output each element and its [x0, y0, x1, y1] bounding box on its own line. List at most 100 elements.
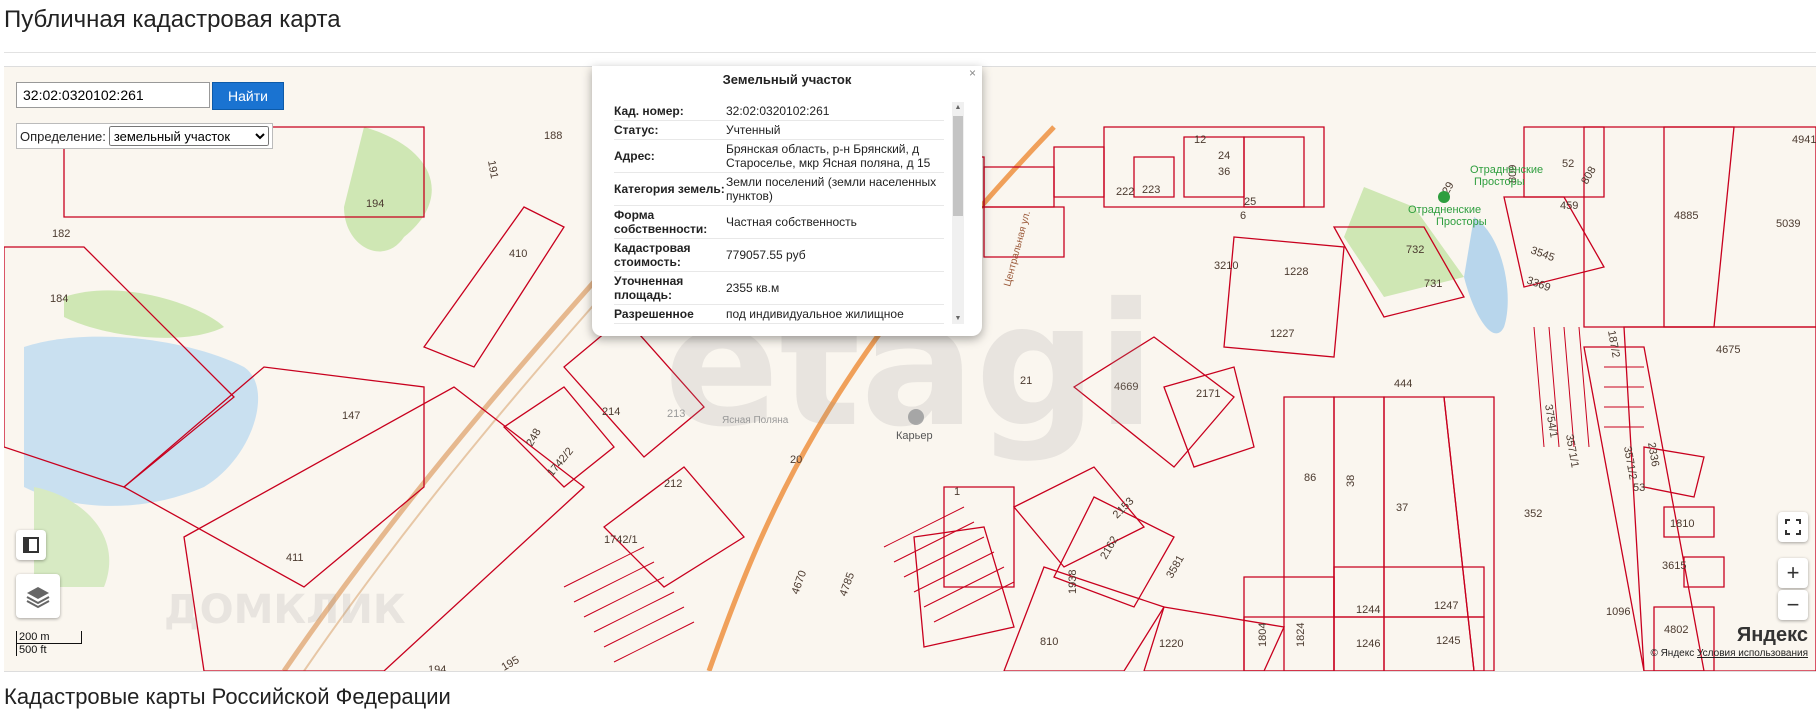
svg-text:3571/1: 3571/1 [1563, 433, 1581, 468]
row-value: Земли поселений (земли населенных пункто… [726, 172, 944, 206]
row-value: 32:02:0320102:261 [726, 102, 944, 121]
close-icon[interactable]: × [969, 66, 976, 80]
copyright-text: © Яндекс [1650, 648, 1695, 659]
svg-text:444: 444 [1394, 378, 1412, 390]
svg-text:182: 182 [52, 228, 70, 240]
zoom-in-button[interactable]: + [1778, 558, 1808, 588]
parcel-info-popup: Земельный участок × Кад. номер: 32:02:032… [592, 66, 982, 336]
svg-text:194: 194 [366, 198, 384, 210]
svg-text:1247: 1247 [1434, 600, 1458, 612]
definition-label: Определение: [20, 128, 106, 144]
table-row: Статус: Учтенный [614, 120, 944, 140]
svg-text:37: 37 [1396, 502, 1408, 514]
scroll-up-icon[interactable]: ▲ [952, 104, 964, 111]
svg-text:2153: 2153 [1111, 495, 1137, 521]
row-key: Разрешенное [614, 304, 726, 324]
fullscreen-button[interactable] [1778, 512, 1808, 542]
popup-body[interactable]: Кад. номер: 32:02:0320102:261 Статус: Учте… [614, 102, 964, 324]
scroll-down-icon[interactable]: ▼ [952, 315, 964, 322]
svg-text:3571/2: 3571/2 [1621, 445, 1639, 480]
green-area-2 [64, 290, 224, 338]
ruler-button[interactable] [16, 530, 46, 560]
zoom-out-button[interactable]: − [1778, 590, 1808, 620]
svg-text:4785: 4785 [838, 571, 858, 598]
row-key: Адрес: [614, 139, 726, 173]
divider [4, 52, 1816, 53]
domclick-watermark: ДОМКЛИК [164, 587, 406, 633]
svg-text:4675: 4675 [1716, 344, 1740, 356]
table-row: Уточненная площадь: 2355 кв.м [614, 271, 944, 305]
search-bar: Найти [16, 82, 284, 110]
svg-text:36: 36 [1218, 166, 1230, 178]
svg-text:53: 53 [1633, 482, 1645, 494]
svg-text:Просторы: Просторы [1436, 216, 1487, 228]
svg-text:1804: 1804 [1257, 623, 1269, 647]
svg-text:1742/2: 1742/2 [545, 445, 576, 478]
layers-button[interactable] [16, 574, 60, 618]
svg-text:1: 1 [954, 486, 960, 498]
svg-text:52: 52 [1562, 158, 1574, 170]
svg-text:4670: 4670 [790, 569, 810, 596]
lake-area [24, 336, 259, 506]
svg-text:12: 12 [1194, 134, 1206, 146]
svg-text:223: 223 [1142, 184, 1160, 196]
row-value: Брянская область, р-н Брянский, д Старос… [726, 139, 944, 173]
svg-text:1096: 1096 [1606, 606, 1630, 618]
scale-meters: 200 m [16, 631, 82, 644]
svg-text:1227: 1227 [1270, 328, 1294, 340]
map-scale: 200 m 500 ft [16, 631, 82, 656]
table-row: Адрес: Брянская область, р-н Брянский, д … [614, 139, 944, 173]
table-row: Кадастровая стоимость: 779057.55 руб [614, 238, 944, 272]
scroll-thumb[interactable] [953, 116, 963, 216]
svg-text:25: 25 [1244, 196, 1256, 208]
svg-text:248: 248 [524, 427, 544, 449]
svg-text:3615: 3615 [1662, 560, 1686, 572]
popup-scrollbar[interactable]: ▲ ▼ [952, 102, 964, 324]
svg-text:1824: 1824 [1295, 623, 1307, 647]
svg-text:1245: 1245 [1436, 635, 1460, 647]
svg-text:810: 810 [1040, 636, 1058, 648]
svg-text:212: 212 [664, 478, 682, 490]
terms-link[interactable]: Условия использования [1697, 648, 1808, 659]
find-button[interactable]: Найти [212, 82, 284, 110]
svg-text:1228: 1228 [1284, 266, 1308, 278]
layers-icon [26, 587, 50, 609]
row-value: Учтенный [726, 120, 944, 140]
row-key: Кадастровая стоимость: [614, 238, 726, 272]
cadastral-number-input[interactable] [16, 82, 210, 108]
yandex-logo: Яндекс [1736, 624, 1808, 646]
svg-text:2162: 2162 [1098, 534, 1121, 561]
row-value: под индивидуальное жилищное [726, 304, 944, 324]
svg-text:222: 222 [1116, 186, 1134, 198]
ruler-icon [23, 537, 39, 553]
svg-text:3581: 3581 [1164, 553, 1187, 580]
row-value: Частная собственность [726, 205, 944, 239]
svg-text:86: 86 [1304, 472, 1316, 484]
definition-control: Определение: земельный участок [16, 123, 273, 149]
svg-text:24: 24 [1218, 150, 1230, 162]
svg-text:410: 410 [509, 248, 527, 260]
svg-text:352: 352 [1524, 508, 1542, 520]
popup-title: Земельный участок [722, 72, 852, 87]
svg-text:2171: 2171 [1196, 388, 1220, 400]
svg-text:1938: 1938 [1067, 570, 1079, 594]
svg-text:808: 808 [1579, 165, 1599, 187]
svg-text:6: 6 [1240, 210, 1246, 222]
svg-text:4802: 4802 [1664, 624, 1688, 636]
table-row: Разрешенное под индивидуальное жилищное [614, 304, 944, 324]
table-row: Категория земель: Земли поселений (земли … [614, 172, 944, 206]
svg-text:Отрадненские: Отрадненские [1408, 204, 1481, 216]
scale-feet: 500 ft [16, 644, 65, 656]
svg-text:3210: 3210 [1214, 260, 1238, 272]
svg-text:1742/1: 1742/1 [604, 534, 638, 546]
svg-text:4941: 4941 [1792, 134, 1816, 146]
svg-text:2336: 2336 [1645, 441, 1661, 467]
definition-select[interactable]: земельный участок [108, 126, 269, 146]
svg-text:187/2: 187/2 [1605, 329, 1622, 358]
svg-text:214: 214 [602, 406, 620, 418]
svg-text:1220: 1220 [1159, 638, 1183, 650]
svg-text:Просторы: Просторы [1474, 176, 1525, 188]
svg-text:3369: 3369 [1525, 275, 1552, 295]
svg-text:184: 184 [50, 293, 68, 305]
svg-text:1810: 1810 [1670, 518, 1694, 530]
